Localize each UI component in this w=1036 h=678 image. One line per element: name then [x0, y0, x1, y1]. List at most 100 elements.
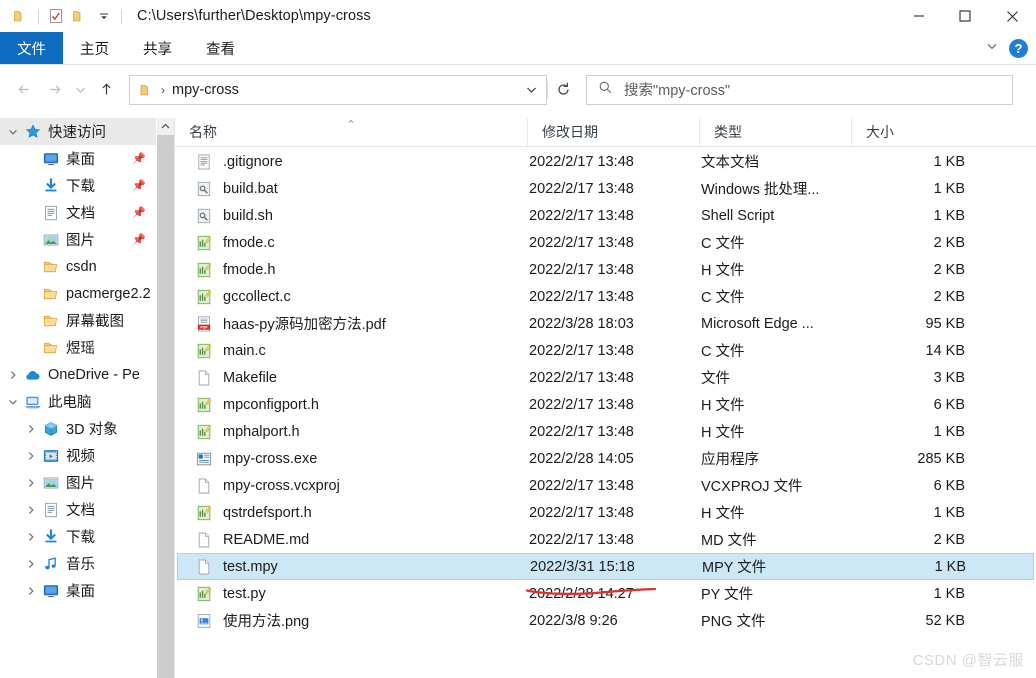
file-name-cell[interactable]: build.sh	[177, 208, 529, 224]
file-name-cell[interactable]: mpy-cross.vcxproj	[177, 478, 529, 494]
pin-icon[interactable]: 📌	[132, 233, 146, 246]
breadcrumb-separator[interactable]: ›	[161, 83, 165, 97]
column-header-type[interactable]: 类型	[699, 117, 851, 147]
sidebar-item-音乐[interactable]: 音乐	[0, 550, 156, 577]
file-name-cell[interactable]: main.c	[177, 343, 529, 359]
search-field[interactable]: 搜索"mpy-cross"	[586, 74, 1013, 105]
table-row[interactable]: qstrdefsport.h 2022/2/17 13:48 H 文件 1 KB	[177, 499, 1034, 526]
sidebar-item-csdn[interactable]: csdn	[0, 253, 156, 280]
chevron-right-icon[interactable]	[22, 424, 40, 434]
table-row[interactable]: fmode.c 2022/2/17 13:48 C 文件 2 KB	[177, 229, 1034, 256]
table-row[interactable]: mpconfigport.h 2022/2/17 13:48 H 文件 6 KB	[177, 391, 1034, 418]
sidebar-item-桌面[interactable]: 桌面 📌	[0, 145, 156, 172]
file-name-cell[interactable]: build.bat	[177, 181, 529, 197]
table-row[interactable]: 使用方法.png 2022/3/8 9:26 PNG 文件 52 KB	[177, 607, 1034, 634]
table-row[interactable]: build.bat 2022/2/17 13:48 Windows 批处理... 1 …	[177, 175, 1034, 202]
chevron-right-icon[interactable]	[22, 478, 40, 488]
file-name-cell[interactable]: .gitignore	[177, 154, 529, 170]
sidebar-item-文档[interactable]: 文档 📌	[0, 199, 156, 226]
table-row[interactable]: README.md 2022/2/17 13:48 MD 文件 2 KB	[177, 526, 1034, 553]
tab-share[interactable]: 共享	[126, 32, 189, 64]
qat-new-folder-icon[interactable]	[68, 4, 92, 28]
sidebar-item-煜瑶[interactable]: 煜瑶	[0, 334, 156, 361]
table-row[interactable]: gccollect.c 2022/2/17 13:48 C 文件 2 KB	[177, 283, 1034, 310]
chevron-right-icon[interactable]	[22, 586, 40, 596]
close-button[interactable]	[988, 0, 1036, 32]
breadcrumb-current-folder[interactable]: mpy-cross	[172, 82, 239, 98]
sidebar-item-下载[interactable]: 下载	[0, 523, 156, 550]
file-name-cell[interactable]: mphalport.h	[177, 424, 529, 440]
file-name-cell[interactable]: qstrdefsport.h	[177, 505, 529, 521]
pin-icon[interactable]: 📌	[132, 179, 146, 192]
table-row[interactable]: PDF haas-py源码加密方法.pdf 2022/3/28 18:03 Micro…	[177, 310, 1034, 337]
help-icon[interactable]: ?	[1009, 38, 1028, 58]
sidebar-item-3D 对象[interactable]: 3D 对象	[0, 415, 156, 442]
sidebar-item-图片[interactable]: 图片 📌	[0, 226, 156, 253]
search-input[interactable]: 搜索"mpy-cross"	[624, 79, 730, 100]
refresh-button[interactable]	[548, 75, 578, 105]
scroll-up-arrow-icon[interactable]	[157, 118, 174, 135]
file-name-cell[interactable]: mpconfigport.h	[177, 397, 529, 413]
column-header-date[interactable]: 修改日期	[527, 117, 699, 147]
file-name-cell[interactable]: fmode.c	[177, 235, 529, 251]
file-name-cell[interactable]: Makefile	[177, 370, 529, 386]
recent-locations-chevron-down-icon[interactable]	[69, 75, 91, 105]
file-name-cell[interactable]: PDF haas-py源码加密方法.pdf	[177, 313, 529, 334]
chevron-right-icon[interactable]	[22, 451, 40, 461]
chevron-right-icon[interactable]	[22, 532, 40, 542]
up-button[interactable]	[91, 75, 121, 105]
nav-group-onedrive[interactable]: OneDrive - Pe	[0, 361, 156, 388]
table-row[interactable]: mpy-cross.exe 2022/2/28 14:05 应用程序 285 KB	[177, 445, 1034, 472]
table-row[interactable]: Makefile 2022/2/17 13:48 文件 3 KB	[177, 364, 1034, 391]
file-name-cell[interactable]: README.md	[177, 532, 529, 548]
nav-group-this-pc[interactable]: 此电脑	[0, 388, 156, 415]
ribbon-expand-chevron-down-icon[interactable]	[985, 39, 999, 58]
file-name-cell[interactable]: fmode.h	[177, 262, 529, 278]
nav-group-quick-access[interactable]: 快速访问	[0, 118, 156, 145]
sidebar-item-屏幕截图[interactable]: 屏幕截图	[0, 307, 156, 334]
tab-view[interactable]: 查看	[189, 32, 252, 64]
qat-folder-icon[interactable]	[9, 4, 33, 28]
table-row[interactable]: mphalport.h 2022/2/17 13:48 H 文件 1 KB	[177, 418, 1034, 445]
sidebar-item-视频[interactable]: 视频	[0, 442, 156, 469]
chevron-right-icon[interactable]	[22, 559, 40, 569]
table-row[interactable]: test.py 2022/2/28 14:27 PY 文件 1 KB	[177, 580, 1034, 607]
sidebar-item-下载[interactable]: 下载 📌	[0, 172, 156, 199]
qat-customize-dropdown-icon[interactable]	[92, 4, 116, 28]
pin-icon[interactable]: 📌	[132, 152, 146, 165]
forward-button[interactable]	[39, 75, 69, 105]
chevron-down-icon[interactable]	[4, 127, 22, 137]
scrollbar-thumb[interactable]	[157, 135, 174, 678]
maximize-button[interactable]	[942, 0, 988, 32]
breadcrumb-folder-icon[interactable]	[139, 82, 155, 98]
tab-home[interactable]: 主页	[63, 32, 126, 64]
file-name-cell[interactable]: test.py	[177, 586, 529, 602]
table-row[interactable]: mpy-cross.vcxproj 2022/2/17 13:48 VCXPROJ …	[177, 472, 1034, 499]
table-row[interactable]: test.mpy 2022/3/31 15:18 MPY 文件 1 KB	[177, 553, 1034, 580]
tab-file[interactable]: 文件	[0, 32, 63, 64]
chevron-right-icon[interactable]	[4, 370, 22, 380]
table-row[interactable]: main.c 2022/2/17 13:48 C 文件 14 KB	[177, 337, 1034, 364]
file-name-cell[interactable]: gccollect.c	[177, 289, 529, 305]
table-row[interactable]: .gitignore 2022/2/17 13:48 文本文档 1 KB	[177, 148, 1034, 175]
column-header-size[interactable]: 大小	[851, 117, 963, 147]
table-row[interactable]: fmode.h 2022/2/17 13:48 H 文件 2 KB	[177, 256, 1034, 283]
sidebar-item-文档[interactable]: 文档	[0, 496, 156, 523]
file-name-cell[interactable]: 使用方法.png	[177, 610, 529, 631]
pin-icon[interactable]: 📌	[132, 206, 146, 219]
sidebar-item-桌面[interactable]: 桌面	[0, 577, 156, 604]
qat-properties-icon[interactable]	[44, 4, 68, 28]
back-button[interactable]	[9, 75, 39, 105]
chevron-down-icon[interactable]	[4, 397, 22, 407]
file-name-cell[interactable]: test.mpy	[178, 559, 530, 575]
sidebar-item-pacmerge2.2[interactable]: pacmerge2.2	[0, 280, 156, 307]
address-field[interactable]: › mpy-cross	[129, 74, 547, 105]
address-dropdown-chevron-down-icon[interactable]	[518, 76, 544, 104]
chevron-right-icon[interactable]	[22, 505, 40, 515]
file-name-cell[interactable]: mpy-cross.exe	[177, 451, 529, 467]
column-header-name[interactable]: ⌃ 名称	[175, 118, 527, 147]
navigation-pane-scrollbar[interactable]	[157, 118, 174, 678]
table-row[interactable]: build.sh 2022/2/17 13:48 Shell Script 1 KB	[177, 202, 1034, 229]
sidebar-item-图片[interactable]: 图片	[0, 469, 156, 496]
minimize-button[interactable]	[896, 0, 942, 32]
